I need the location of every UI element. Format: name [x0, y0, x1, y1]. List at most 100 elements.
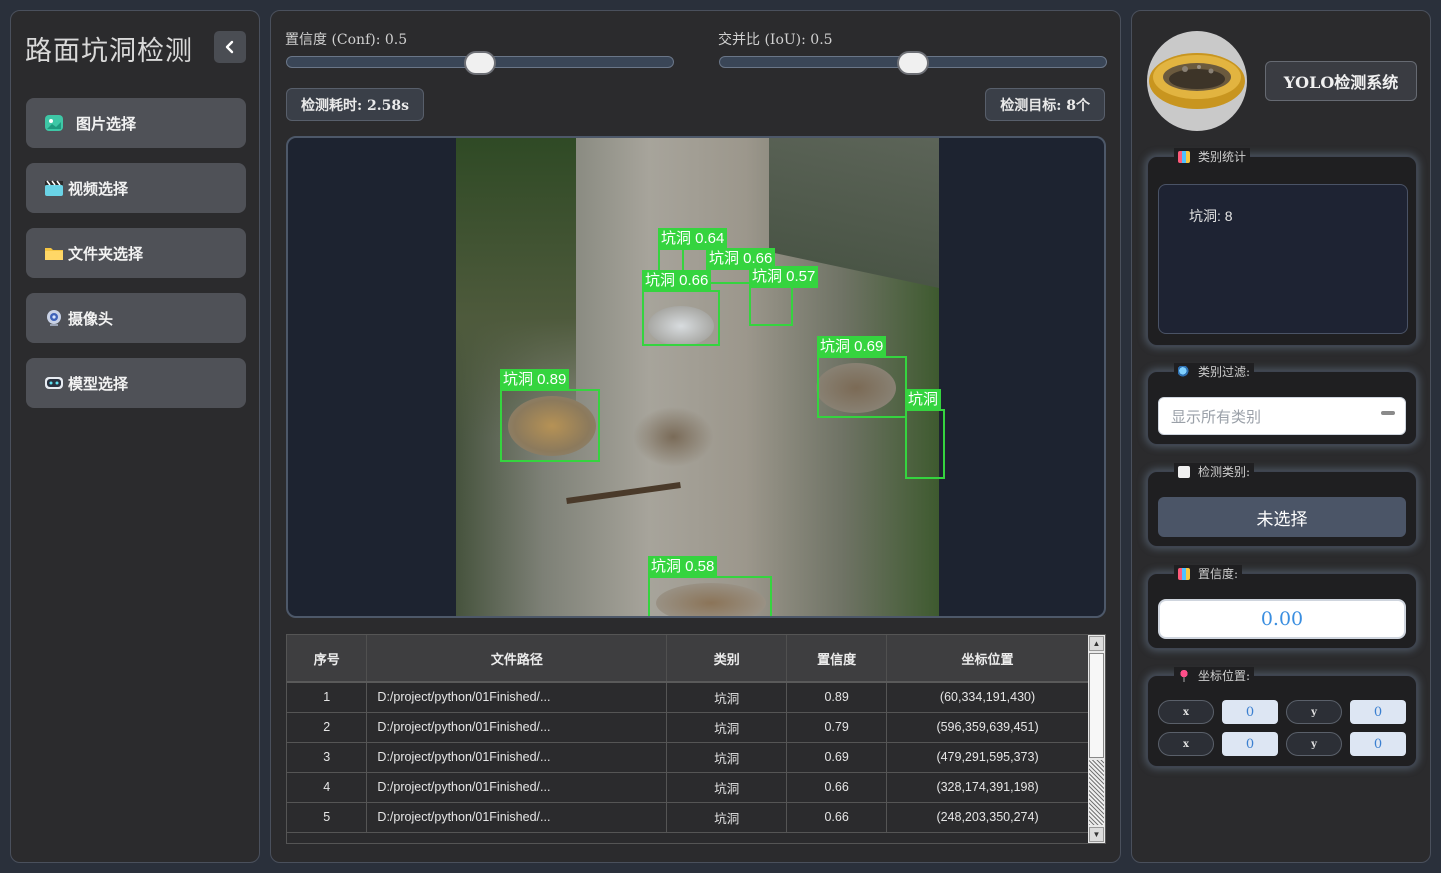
- class-filter-select[interactable]: 显示所有类别: [1158, 397, 1406, 435]
- y2-label: y: [1286, 732, 1342, 756]
- table-row[interactable]: 5 D:/project/python/01Finished/... 坑洞 0.…: [287, 802, 1089, 833]
- cell-index: 2: [287, 712, 368, 743]
- camera-label: 摄像头: [68, 310, 114, 328]
- detection-box: 坑洞 0.58: [648, 556, 772, 616]
- detection-time-badge: 检测耗时: 2.58s: [286, 88, 425, 121]
- cell-coordinates: (328,174,391,198): [886, 772, 1089, 803]
- model-select-button[interactable]: 模型选择: [26, 358, 246, 408]
- detection-label: 坑洞 0.58: [648, 556, 718, 578]
- main-panel: 置信度 (Conf): 0.5 交并比 (IoU): 0.5 检测耗时: 2.5…: [270, 10, 1121, 863]
- cell-file-path: D:/project/python/01Finished/...: [366, 682, 668, 713]
- header-index[interactable]: 序号: [287, 635, 368, 683]
- cell-coordinates: (248,203,350,274): [886, 802, 1089, 833]
- detect-class-button[interactable]: 未选择: [1158, 497, 1406, 537]
- cell-coordinates: (60,334,191,430): [886, 682, 1089, 713]
- pin-icon: [1178, 669, 1190, 682]
- folder-icon: [44, 243, 64, 263]
- right-panel: YOLO检测系统 类别统计 坑洞: 8 类别过滤: 显示所有类别 检测类别: 未…: [1131, 10, 1431, 863]
- table-row[interactable]: 1 D:/project/python/01Finished/... 坑洞 0.…: [287, 682, 1089, 713]
- folder-select-label: 文件夹选择: [68, 245, 144, 263]
- bar-chart-icon: [1178, 567, 1190, 580]
- class-filter-title: 类别过滤:: [1198, 365, 1251, 379]
- detection-label: 坑洞 0.89: [500, 369, 570, 391]
- detection-box: 坑洞 0.69: [817, 336, 907, 418]
- cell-confidence: 0.89: [786, 682, 888, 713]
- cell-index: 5: [287, 802, 368, 833]
- cell-class: 坑洞: [666, 772, 788, 803]
- class-filter-group: 类别过滤: 显示所有类别: [1147, 363, 1417, 445]
- conf-slider[interactable]: [286, 51, 674, 75]
- video-select-label: 视频选择: [68, 180, 129, 198]
- cell-class: 坑洞: [666, 682, 788, 713]
- confidence-group: 置信度: 0.00: [1147, 565, 1417, 649]
- cell-file-path: D:/project/python/01Finished/...: [366, 712, 668, 743]
- y1-label: y: [1286, 700, 1342, 724]
- iou-slider-label: 交并比 (IoU): 0.5: [718, 32, 833, 48]
- class-stats-text: 坑洞: 8: [1189, 208, 1233, 224]
- iou-slider-handle[interactable]: [897, 51, 929, 75]
- conf-slider-handle[interactable]: [464, 51, 496, 75]
- cell-class: 坑洞: [666, 802, 788, 833]
- detection-result-image: 坑洞 0.64 坑洞 0.66 坑洞 0.66 坑洞 0.57 坑洞 0.69 …: [456, 138, 945, 616]
- cell-coordinates: (596,359,639,451): [886, 712, 1089, 743]
- system-title: YOLO检测系统: [1265, 61, 1417, 101]
- video-select-button[interactable]: 视频选择: [26, 163, 246, 213]
- y1-value: 0: [1350, 700, 1406, 724]
- header-confidence[interactable]: 置信度: [786, 635, 888, 683]
- collapse-sidebar-button[interactable]: [214, 31, 246, 63]
- cell-confidence: 0.66: [786, 772, 888, 803]
- cell-index: 1: [287, 682, 368, 713]
- clapperboard-icon: [44, 178, 64, 198]
- class-stats-box: 坑洞: 8: [1158, 184, 1408, 334]
- webcam-icon: [44, 308, 64, 328]
- class-filter-placeholder: 显示所有类别: [1171, 408, 1262, 426]
- class-stats-title: 类别统计: [1198, 150, 1247, 164]
- scroll-down-icon[interactable]: ▼: [1089, 827, 1104, 842]
- x1-value: 0: [1222, 700, 1278, 724]
- folder-select-button[interactable]: 文件夹选择: [26, 228, 246, 278]
- scroll-up-icon[interactable]: ▲: [1089, 636, 1104, 651]
- header-coordinates[interactable]: 坐标位置: [886, 635, 1089, 683]
- image-select-label: 图片选择: [76, 115, 137, 133]
- confidence-title: 置信度:: [1198, 567, 1239, 581]
- detection-box: 坑洞 0.66: [642, 270, 720, 346]
- cell-file-path: D:/project/python/01Finished/...: [366, 802, 668, 833]
- camera-button[interactable]: 摄像头: [26, 293, 246, 343]
- detection-label: 坑洞 0.66: [642, 270, 712, 292]
- detection-image-frame: 坑洞 0.64 坑洞 0.66 坑洞 0.66 坑洞 0.57 坑洞 0.69 …: [286, 136, 1106, 618]
- square-icon: [1178, 465, 1190, 478]
- table-row[interactable]: 2 D:/project/python/01Finished/... 坑洞 0.…: [287, 712, 1089, 743]
- results-table: 序号 文件路径 类别 置信度 坐标位置 1 D:/project/python/…: [286, 634, 1106, 844]
- x2-label: x: [1158, 732, 1214, 756]
- coordinates-title: 坐标位置:: [1198, 669, 1251, 683]
- header-file-path[interactable]: 文件路径: [366, 635, 668, 683]
- cell-file-path: D:/project/python/01Finished/...: [366, 742, 668, 773]
- detection-box: 坑洞 0.57: [749, 266, 819, 326]
- cell-file-path: D:/project/python/01Finished/...: [366, 772, 668, 803]
- detection-label: 坑洞 0.57: [749, 266, 819, 288]
- class-stats-group: 类别统计 坑洞: 8: [1147, 148, 1417, 346]
- image-select-button[interactable]: 图片选择: [26, 98, 246, 148]
- table-header-row: 序号 文件路径 类别 置信度 坐标位置: [287, 635, 1089, 683]
- scrollbar-thumb[interactable]: [1089, 653, 1104, 758]
- iou-slider[interactable]: [719, 51, 1107, 75]
- table-scrollbar[interactable]: ▲ ▼: [1088, 635, 1105, 843]
- cell-class: 坑洞: [666, 742, 788, 773]
- pothole-logo: [1147, 31, 1247, 131]
- detection-label: 坑洞 0.64: [658, 228, 728, 250]
- detection-label: 坑洞 0.69: [817, 336, 887, 358]
- detect-class-group: 检测类别: 未选择: [1147, 463, 1417, 547]
- table-row[interactable]: 4 D:/project/python/01Finished/... 坑洞 0.…: [287, 772, 1089, 803]
- detect-class-title: 检测类别:: [1198, 465, 1251, 479]
- confidence-value: 0.00: [1158, 599, 1406, 639]
- y2-value: 0: [1350, 732, 1406, 756]
- header-class[interactable]: 类别: [666, 635, 788, 683]
- cell-index: 3: [287, 742, 368, 773]
- chevron-left-icon: [225, 40, 234, 54]
- detection-label: 坑洞: [905, 389, 942, 411]
- robot-icon: [44, 373, 64, 393]
- detection-box: 坑洞 0.64: [658, 228, 728, 272]
- cell-class: 坑洞: [666, 712, 788, 743]
- x1-label: x: [1158, 700, 1214, 724]
- table-row[interactable]: 3 D:/project/python/01Finished/... 坑洞 0.…: [287, 742, 1089, 773]
